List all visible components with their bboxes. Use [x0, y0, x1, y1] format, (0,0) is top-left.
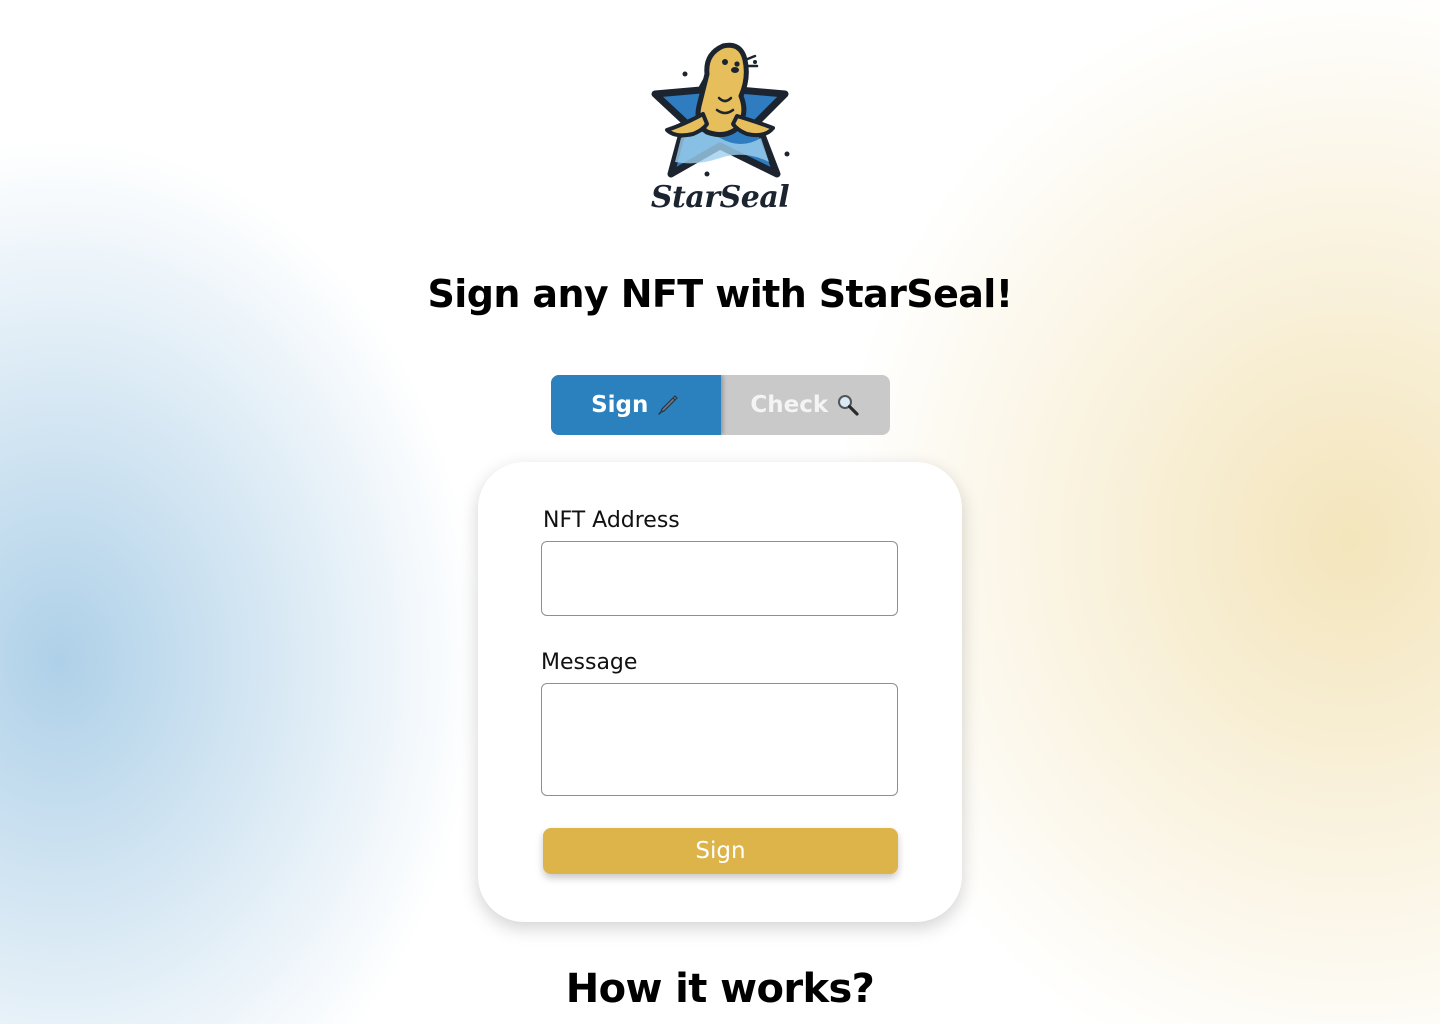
- tab-sign[interactable]: Sign: [551, 375, 721, 435]
- nft-address-input[interactable]: [541, 541, 898, 616]
- brand-name: StarSeal: [650, 180, 790, 215]
- message-textarea[interactable]: [541, 683, 898, 796]
- starseal-logo: StarSeal: [645, 34, 795, 220]
- pen-icon: [658, 395, 678, 415]
- mode-tabs: Sign Check: [551, 375, 890, 435]
- sign-form-card: NFT Address Message Sign: [478, 462, 962, 922]
- tab-check-label: Check: [750, 392, 829, 418]
- tab-sign-label: Sign: [591, 392, 649, 418]
- nft-address-label: NFT Address: [543, 508, 680, 533]
- page-title: Sign any NFT with StarSeal!: [427, 272, 1014, 316]
- sign-submit-button[interactable]: Sign: [543, 828, 898, 874]
- tab-check[interactable]: Check: [721, 375, 891, 435]
- magnifier-icon: [838, 395, 859, 416]
- starseal-logo-icon: [651, 42, 790, 178]
- how-it-works-heading: How it works?: [565, 966, 875, 1012]
- message-label: Message: [541, 650, 638, 675]
